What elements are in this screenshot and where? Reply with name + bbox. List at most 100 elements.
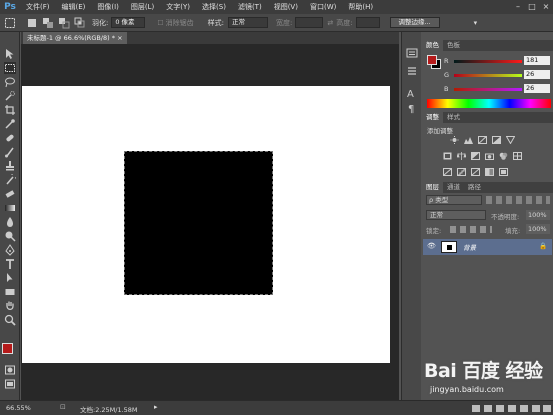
path-select-tool-icon[interactable]: [4, 272, 16, 284]
lock-icons[interactable]: [450, 226, 492, 233]
curves-icon[interactable]: [478, 136, 487, 144]
opacity-input[interactable]: 100%: [526, 210, 550, 220]
status-menu-arrow-icon[interactable]: ▸: [154, 403, 158, 411]
tab-styles[interactable]: 样式: [443, 112, 464, 123]
color-spectrum-ramp[interactable]: [427, 99, 551, 108]
link-layers-icon[interactable]: [472, 405, 480, 412]
tab-swatches[interactable]: 色板: [443, 40, 464, 51]
levels-icon[interactable]: [464, 136, 473, 144]
subtract-selection-icon[interactable]: [58, 17, 70, 29]
tab-channels[interactable]: 通道: [443, 182, 464, 193]
layer-filter-select[interactable]: ρ 类型: [426, 195, 482, 205]
color-panel-fg-swatch[interactable]: [427, 55, 437, 65]
move-tool-icon[interactable]: [4, 48, 16, 60]
brush-tool-icon[interactable]: [4, 146, 16, 158]
foreground-color-swatch[interactable]: [2, 343, 13, 354]
green-slider[interactable]: [454, 74, 522, 77]
vibrance-icon[interactable]: [506, 136, 515, 144]
menu-edit[interactable]: 编辑(E): [56, 0, 92, 14]
new-layer-icon[interactable]: [532, 405, 540, 412]
layer-visibility-eye-icon[interactable]: 👁: [427, 242, 436, 250]
quick-select-tool-icon[interactable]: [4, 90, 16, 102]
red-value-input[interactable]: 181: [524, 56, 550, 65]
feather-input[interactable]: 0 像素: [111, 17, 146, 28]
layer-mask-icon[interactable]: [496, 405, 504, 412]
layer-filter-icons[interactable]: [486, 196, 550, 204]
add-selection-icon[interactable]: [42, 17, 54, 29]
selective-color-icon[interactable]: [499, 168, 508, 176]
threshold-icon[interactable]: [471, 168, 480, 176]
crop-tool-icon[interactable]: [4, 104, 16, 116]
menu-layer[interactable]: 图层(L): [125, 0, 160, 14]
clone-stamp-tool-icon[interactable]: [4, 160, 16, 172]
layer-style-icon[interactable]: [484, 405, 492, 412]
black-selection-square[interactable]: [124, 151, 273, 295]
eraser-tool-icon[interactable]: [4, 188, 16, 200]
tab-adjustments[interactable]: 调整: [422, 112, 443, 123]
share-icon[interactable]: ⊡: [60, 403, 66, 411]
height-input[interactable]: [355, 17, 380, 28]
color-lookup-icon[interactable]: [513, 152, 522, 160]
tab-layers[interactable]: 图层: [422, 182, 443, 193]
color-balance-icon[interactable]: [457, 152, 466, 160]
menu-image[interactable]: 图像(I): [91, 0, 125, 14]
screen-mode-icon[interactable]: [4, 378, 16, 390]
menu-filter[interactable]: 滤镜(T): [232, 0, 268, 14]
posterize-icon[interactable]: [457, 168, 466, 176]
menu-file[interactable]: 文件(F): [20, 0, 56, 14]
menu-view[interactable]: 视图(V): [268, 0, 304, 14]
channel-mixer-icon[interactable]: [499, 152, 508, 160]
marquee-tool-icon[interactable]: [4, 17, 16, 29]
maximize-icon[interactable]: □: [525, 1, 539, 13]
refine-edge-button[interactable]: 调整边缘...: [389, 17, 440, 28]
blue-slider[interactable]: [454, 88, 522, 91]
green-value-input[interactable]: 26: [524, 70, 550, 79]
menu-select[interactable]: 选择(S): [196, 0, 232, 14]
blue-value-input[interactable]: 26: [524, 84, 550, 93]
blur-tool-icon[interactable]: [4, 216, 16, 228]
delete-layer-icon[interactable]: [543, 405, 551, 412]
document-tab[interactable]: 未标题-1 @ 66.6%(RGB/8) * ×: [23, 32, 127, 44]
gradient-map-icon[interactable]: [485, 168, 494, 176]
tab-paths[interactable]: 路径: [464, 182, 485, 193]
healing-brush-tool-icon[interactable]: [4, 132, 16, 144]
close-icon[interactable]: ×: [539, 1, 553, 13]
rectangle-shape-tool-icon[interactable]: [4, 286, 16, 298]
history-brush-tool-icon[interactable]: [4, 174, 16, 186]
rect-marquee-tool-icon[interactable]: [4, 62, 16, 74]
minimize-icon[interactable]: –: [511, 1, 525, 13]
red-slider[interactable]: [454, 60, 522, 63]
swap-icon[interactable]: ⇄: [327, 19, 333, 27]
adjustment-layer-icon[interactable]: [508, 405, 516, 412]
paragraph-panel-icon[interactable]: ¶: [406, 102, 418, 114]
exposure-icon[interactable]: [492, 136, 501, 144]
zoom-tool-icon[interactable]: [4, 314, 16, 326]
eyedropper-tool-icon[interactable]: [4, 118, 16, 130]
black-white-icon[interactable]: [471, 152, 480, 160]
brightness-contrast-icon[interactable]: [450, 136, 459, 144]
antialias-checkbox[interactable]: ☐: [157, 19, 163, 27]
menu-help[interactable]: 帮助(H): [342, 0, 379, 14]
lasso-tool-icon[interactable]: [4, 76, 16, 88]
menu-type[interactable]: 文字(Y): [160, 0, 196, 14]
workspace-icon[interactable]: ▾: [474, 19, 478, 27]
width-input[interactable]: [295, 17, 324, 28]
hand-tool-icon[interactable]: [4, 300, 16, 312]
type-tool-icon[interactable]: [4, 258, 16, 270]
style-select[interactable]: 正常: [228, 17, 268, 28]
properties-panel-icon[interactable]: [406, 65, 418, 77]
history-panel-icon[interactable]: [406, 47, 418, 59]
character-panel-icon[interactable]: A: [406, 87, 418, 99]
close-tab-icon[interactable]: ×: [117, 34, 122, 42]
layer-row-background[interactable]: 👁 背景 🔒: [423, 239, 552, 255]
invert-icon[interactable]: [443, 168, 452, 176]
fill-input[interactable]: 100%: [526, 224, 550, 234]
pen-tool-icon[interactable]: [4, 244, 16, 256]
zoom-level[interactable]: 66.55%: [6, 404, 31, 412]
dodge-tool-icon[interactable]: [4, 230, 16, 242]
hue-saturation-icon[interactable]: [443, 152, 452, 160]
new-selection-icon[interactable]: [26, 17, 38, 29]
gradient-tool-icon[interactable]: [4, 202, 16, 214]
photo-filter-icon[interactable]: [485, 152, 494, 160]
intersect-selection-icon[interactable]: [74, 17, 86, 29]
